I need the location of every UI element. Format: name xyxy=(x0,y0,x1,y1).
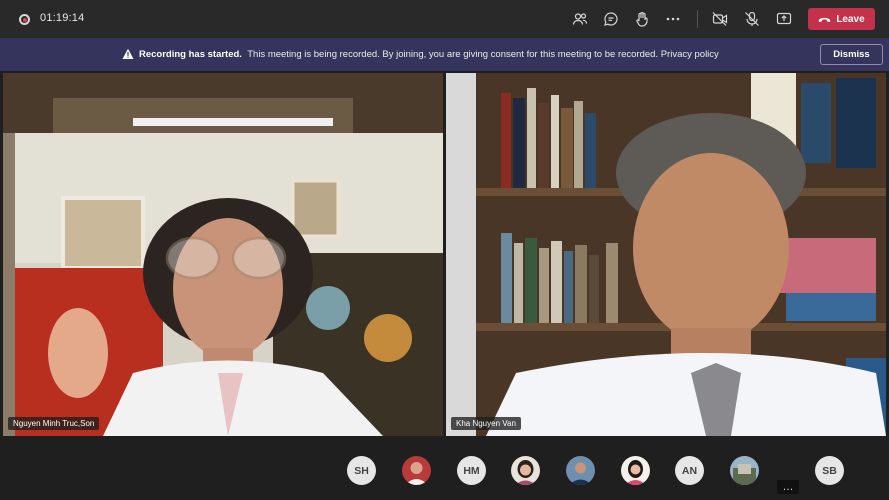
raise-hand-icon[interactable] xyxy=(631,9,653,29)
banner-text: Recording has started. This meeting is b… xyxy=(139,49,719,60)
video-tile-right[interactable]: Kha Nguyen Van xyxy=(446,73,886,436)
banner-message: This meeting is being recorded. By joini… xyxy=(247,49,659,60)
more-participants-button[interactable]: … xyxy=(777,480,799,494)
dismiss-button[interactable]: Dismiss xyxy=(820,44,883,65)
participants-icon[interactable] xyxy=(569,9,591,29)
participant-video xyxy=(3,73,443,436)
participant-avatar[interactable]: SH xyxy=(347,456,376,485)
participant-avatar[interactable] xyxy=(402,456,431,485)
participant-avatar[interactable] xyxy=(621,456,650,485)
meeting-toolbar: 01:19:14 Leave xyxy=(0,0,889,38)
warning-icon xyxy=(122,48,134,59)
participant-name-tag: Nguyen Minh Truc,Son xyxy=(8,417,100,430)
participant-strip: SH HM AN … SB xyxy=(0,438,889,500)
camera-off-icon[interactable] xyxy=(709,9,731,29)
leave-label: Leave xyxy=(836,13,865,25)
banner-title: Recording has started. xyxy=(139,49,242,60)
privacy-policy-link[interactable]: Privacy policy xyxy=(661,49,719,60)
leave-button[interactable]: Leave xyxy=(808,8,875,30)
mic-off-icon[interactable] xyxy=(741,9,763,29)
chat-icon[interactable] xyxy=(600,9,622,29)
participant-avatar[interactable] xyxy=(730,456,759,485)
recording-banner: Recording has started. This meeting is b… xyxy=(0,38,889,71)
toolbar-divider xyxy=(697,10,698,28)
participant-avatar[interactable] xyxy=(566,456,595,485)
participant-avatar[interactable]: SB xyxy=(815,456,844,485)
participant-name-tag: Kha Nguyen Van xyxy=(451,417,521,430)
video-tile-left[interactable]: Nguyen Minh Truc,Son xyxy=(3,73,443,436)
more-options-icon[interactable] xyxy=(662,9,684,29)
phone-hangup-icon xyxy=(819,17,831,22)
share-screen-icon[interactable] xyxy=(773,9,795,29)
participant-avatar[interactable]: HM xyxy=(457,456,486,485)
participant-video xyxy=(446,73,886,436)
recording-icon xyxy=(19,14,30,25)
meeting-timer: 01:19:14 xyxy=(40,12,85,24)
participant-avatar[interactable] xyxy=(511,456,540,485)
participant-avatar[interactable]: AN xyxy=(675,456,704,485)
